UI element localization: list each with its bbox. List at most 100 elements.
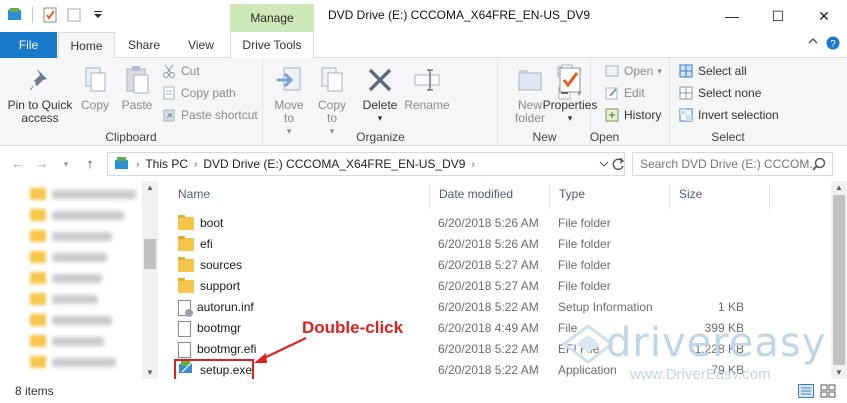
select-all-button[interactable]: Select all <box>678 61 747 81</box>
file-name: boot <box>200 216 224 230</box>
explorer-app-icon[interactable] <box>6 6 24 24</box>
scroll-up-icon[interactable]: ▲ <box>142 183 158 192</box>
forward-arrow-icon[interactable]: → <box>34 156 50 172</box>
column-header-size[interactable]: Size <box>679 187 702 201</box>
file-date: 6/20/2018 5:26 AM <box>438 237 539 251</box>
dvd-drive-icon <box>114 156 130 173</box>
new-folder-qat-icon[interactable] <box>65 6 83 24</box>
up-arrow-icon[interactable]: ↑ <box>82 156 98 172</box>
search-input[interactable]: Search DVD Drive (E:) CCCOM... <box>632 152 833 176</box>
column-header-name[interactable]: Name <box>178 187 210 201</box>
nav-item-blurred[interactable] <box>30 311 112 329</box>
blurred-label <box>52 294 98 304</box>
nav-item-blurred[interactable] <box>30 290 98 308</box>
properties-button[interactable]: Properties ▾ <box>540 64 600 125</box>
table-row[interactable]: boot 6/20/2018 5:26 AM File folder <box>174 213 831 234</box>
file-name: support <box>200 279 241 293</box>
recent-locations-chevron-icon[interactable]: ▾ <box>58 156 74 172</box>
copy-path-button[interactable]: Copy path <box>161 83 236 103</box>
qat-divider <box>32 7 33 23</box>
clipboard-group: Pin to Quick access Copy Paste Cut Copy … <box>0 58 263 146</box>
file-list-scroll-thumb[interactable] <box>833 195 845 365</box>
nav-scroll-thumb[interactable] <box>144 239 156 269</box>
paste-button[interactable]: Paste <box>117 64 157 112</box>
delete-x-icon <box>364 64 396 96</box>
large-icons-view-icon[interactable] <box>818 383 838 399</box>
nav-item-blurred[interactable] <box>30 353 116 371</box>
tab-file[interactable]: File <box>0 32 57 58</box>
scroll-down-icon[interactable]: ▼ <box>142 368 158 377</box>
cut-button[interactable]: Cut <box>161 61 200 81</box>
properties-qat-icon[interactable] <box>41 6 59 24</box>
file-list-scrollbar[interactable]: ▲ ▼ <box>831 181 847 379</box>
column-divider[interactable] <box>769 185 770 209</box>
details-view-icon[interactable] <box>796 383 816 399</box>
back-arrow-icon[interactable]: ← <box>10 156 26 172</box>
folder-icon <box>178 257 194 272</box>
history-button[interactable]: History <box>604 105 661 125</box>
column-divider[interactable] <box>669 185 670 209</box>
open-icon <box>604 63 620 79</box>
refresh-icon[interactable] <box>606 152 630 176</box>
nav-item-blurred[interactable] <box>30 206 124 224</box>
column-divider[interactable] <box>429 185 430 209</box>
file-type: File folder <box>558 216 611 230</box>
nav-pane-scrollbar[interactable]: ▲ ▼ <box>142 181 158 379</box>
select-all-label: Select all <box>698 64 747 78</box>
breadcrumb-this-pc[interactable]: This PC <box>145 157 188 171</box>
copy-path-label: Copy path <box>181 86 236 100</box>
qat-dropdown-icon[interactable] <box>89 6 107 24</box>
column-header-date[interactable]: Date modified <box>439 187 513 201</box>
table-row[interactable]: efi 6/20/2018 5:26 AM File folder <box>174 234 831 255</box>
nav-item-blurred[interactable] <box>30 185 136 203</box>
ribbon: Pin to Quick access Copy Paste Cut Copy … <box>0 58 847 146</box>
search-icon <box>812 157 826 174</box>
delete-label: Delete <box>362 98 398 112</box>
table-row[interactable]: support 6/20/2018 5:27 AM File folder <box>174 276 831 297</box>
file-date: 6/20/2018 4:49 AM <box>438 321 539 335</box>
navigation-pane[interactable] <box>0 181 158 379</box>
maximize-button[interactable]: ☐ <box>755 0 801 32</box>
rename-button[interactable]: Rename <box>402 64 452 112</box>
move-to-button[interactable]: Move to ▾ <box>268 64 310 138</box>
nav-item-blurred[interactable] <box>30 248 107 266</box>
column-header-type[interactable]: Type <box>559 187 585 201</box>
folder-icon <box>30 272 46 284</box>
paste-shortcut-button[interactable]: Paste shortcut <box>161 105 258 125</box>
copy-to-button[interactable]: Copy to ▾ <box>312 64 352 138</box>
nav-item-blurred[interactable] <box>30 332 104 350</box>
file-name: bootmgr.efi <box>197 342 257 356</box>
delete-button[interactable]: Delete ▾ <box>360 64 400 125</box>
pin-to-quick-access-button[interactable]: Pin to Quick access <box>4 64 76 125</box>
nav-item-blurred[interactable] <box>30 269 102 287</box>
paste-shortcut-label: Paste shortcut <box>181 108 258 122</box>
minimize-button[interactable]: — <box>709 0 755 32</box>
ribbon-collapse-icon[interactable] <box>808 36 818 49</box>
blurred-label <box>52 336 104 346</box>
scissors-icon <box>161 63 177 79</box>
close-button[interactable]: ✕ <box>801 0 847 32</box>
folder-icon <box>178 278 194 293</box>
address-bar[interactable]: › This PC › DVD Drive (E:) CCCOMA_X64FRE… <box>107 152 625 176</box>
folder-icon <box>178 236 194 251</box>
tab-share[interactable]: Share <box>119 32 169 58</box>
breadcrumb-dvd-drive[interactable]: DVD Drive (E:) CCCOMA_X64FRE_EN-US_DV9 <box>203 157 465 171</box>
copy-button[interactable]: Copy <box>76 64 114 112</box>
edit-button[interactable]: Edit <box>604 83 645 103</box>
tab-drive-tools[interactable]: Drive Tools <box>230 32 314 58</box>
select-none-button[interactable]: Select none <box>678 83 761 103</box>
tab-view[interactable]: View <box>176 32 226 58</box>
table-row[interactable]: autorun.inf 6/20/2018 5:22 AM Setup Info… <box>174 297 831 318</box>
invert-selection-icon <box>678 107 694 123</box>
nav-item-blurred[interactable] <box>30 227 112 245</box>
scroll-down-icon[interactable]: ▼ <box>831 368 847 377</box>
open-button[interactable]: Open ▾ <box>604 61 662 81</box>
column-divider[interactable] <box>549 185 550 209</box>
double-click-annotation: Double-click <box>302 318 404 337</box>
table-row[interactable]: sources 6/20/2018 5:27 AM File folder <box>174 255 831 276</box>
tab-home[interactable]: Home <box>58 32 115 59</box>
scroll-up-icon[interactable]: ▲ <box>831 183 847 192</box>
invert-selection-button[interactable]: Invert selection <box>678 105 779 125</box>
blurred-label <box>52 231 112 241</box>
help-icon[interactable]: ? <box>826 36 840 53</box>
